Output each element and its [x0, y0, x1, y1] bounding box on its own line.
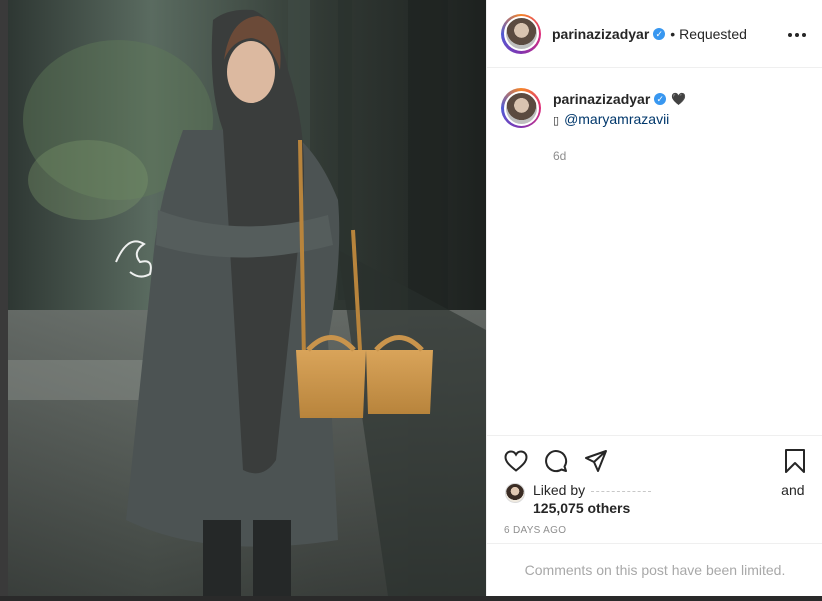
missing-glyph-icon: ▯ — [553, 115, 560, 127]
post-date[interactable]: 6 DAYS AGO — [504, 525, 566, 536]
caption-avatar-image — [505, 92, 537, 124]
post-photo-illustration — [8, 0, 486, 596]
save-button[interactable] — [783, 448, 809, 474]
verified-badge-icon: ✓ — [653, 27, 666, 40]
bookmark-icon — [785, 449, 805, 473]
post-actions-bar — [487, 435, 822, 485]
liked-by-label: Liked by — [533, 482, 586, 498]
liker-avatar[interactable] — [505, 483, 525, 503]
share-button[interactable] — [583, 448, 609, 474]
post-side-panel: parinazizadyar ✓ • Requested parinazizad… — [486, 0, 822, 596]
caption-avatar-inner — [503, 90, 539, 126]
comments-limited-notice: Comments on this post have been limited. — [487, 543, 822, 596]
black-heart-emoji: 🖤 — [671, 92, 687, 106]
likes-summary: Liked by and 125,075 others — [505, 481, 805, 517]
modal-backdrop-bottom — [0, 596, 822, 601]
post-photo[interactable] — [8, 0, 486, 596]
separator-dot: • — [670, 25, 676, 42]
avatar-image — [505, 18, 537, 49]
redacted-username — [591, 490, 652, 492]
like-button[interactable] — [503, 448, 529, 474]
caption-text: parinazizadyar ✓ 🖤 ▯ @maryamrazavii 6d — [553, 88, 686, 163]
comment-icon — [545, 449, 568, 472]
likes-text: Liked by and 125,075 others — [533, 481, 805, 517]
more-options-icon[interactable] — [787, 22, 807, 42]
more-horizontal-icon — [788, 33, 806, 37]
caption-avatar[interactable] — [501, 88, 541, 128]
caption-mention-line: ▯ @maryamrazavii — [553, 111, 686, 127]
post-caption: parinazizadyar ✓ 🖤 ▯ @maryamrazavii 6d — [501, 88, 811, 163]
author-username[interactable]: parinazizadyar — [552, 26, 649, 42]
modal-backdrop-left — [0, 0, 8, 601]
avatar-inner — [503, 16, 539, 51]
caption-time-ago[interactable]: 6d — [553, 149, 686, 163]
follow-requested-button[interactable]: Requested — [679, 26, 747, 42]
paper-plane-icon — [585, 449, 607, 472]
comment-button[interactable] — [543, 448, 569, 474]
caption-verified-badge-icon: ✓ — [654, 93, 667, 105]
post-header: parinazizadyar ✓ • Requested — [487, 0, 822, 68]
caption-username[interactable]: parinazizadyar — [553, 91, 650, 107]
caption-author-line: parinazizadyar ✓ 🖤 — [553, 88, 686, 110]
author-avatar[interactable] — [501, 13, 541, 54]
heart-outline-icon — [504, 449, 528, 472]
caption-row: parinazizadyar ✓ 🖤 ▯ @maryamrazavii 6d — [501, 88, 811, 163]
likes-others-link[interactable]: 125,075 others — [533, 500, 630, 516]
mention-link[interactable]: @maryamrazavii — [564, 111, 669, 127]
likes-and-label: and — [781, 482, 805, 498]
